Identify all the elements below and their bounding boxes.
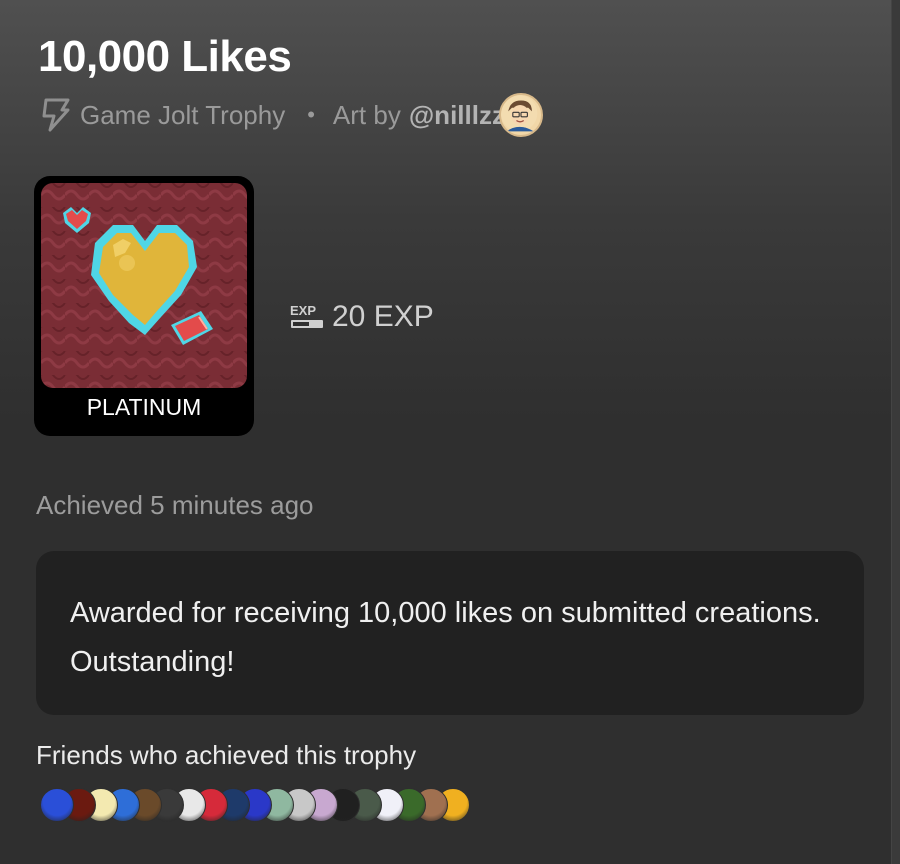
scrollbar[interactable] xyxy=(891,0,900,864)
friend-avatar[interactable] xyxy=(40,788,74,822)
achieved-time: Achieved 5 minutes ago xyxy=(36,490,314,520)
artist-avatar[interactable] xyxy=(498,93,543,137)
trophy-source: Game Jolt Trophy xyxy=(80,99,286,130)
friends-avatar-list xyxy=(40,788,470,826)
exp-badge-text: EXP xyxy=(290,303,316,318)
meta-separator: • xyxy=(307,102,315,127)
art-by-label: Art by xyxy=(332,99,401,130)
exp-reward: EXP 20 EXP xyxy=(290,300,434,334)
game-jolt-bolt-icon xyxy=(42,98,70,132)
trophy-meta: Game Jolt Trophy • Art by @nilllzz xyxy=(38,92,543,138)
exp-value: 20 EXP xyxy=(332,300,434,333)
trophy-card: PLATINUM xyxy=(34,176,254,436)
exp-badge-icon: EXP xyxy=(290,303,323,328)
trophy-title: 10,000 Likes xyxy=(38,32,292,81)
trophy-image xyxy=(41,183,247,388)
artist-link[interactable]: @nilllzz xyxy=(409,100,505,131)
trophy-description: Awarded for receiving 10,000 likes on su… xyxy=(36,551,864,715)
trophy-tier-label: PLATINUM xyxy=(86,394,202,420)
trophy-description-text: Awarded for receiving 10,000 likes on su… xyxy=(70,597,821,678)
friends-label: Friends who achieved this trophy xyxy=(36,740,417,770)
